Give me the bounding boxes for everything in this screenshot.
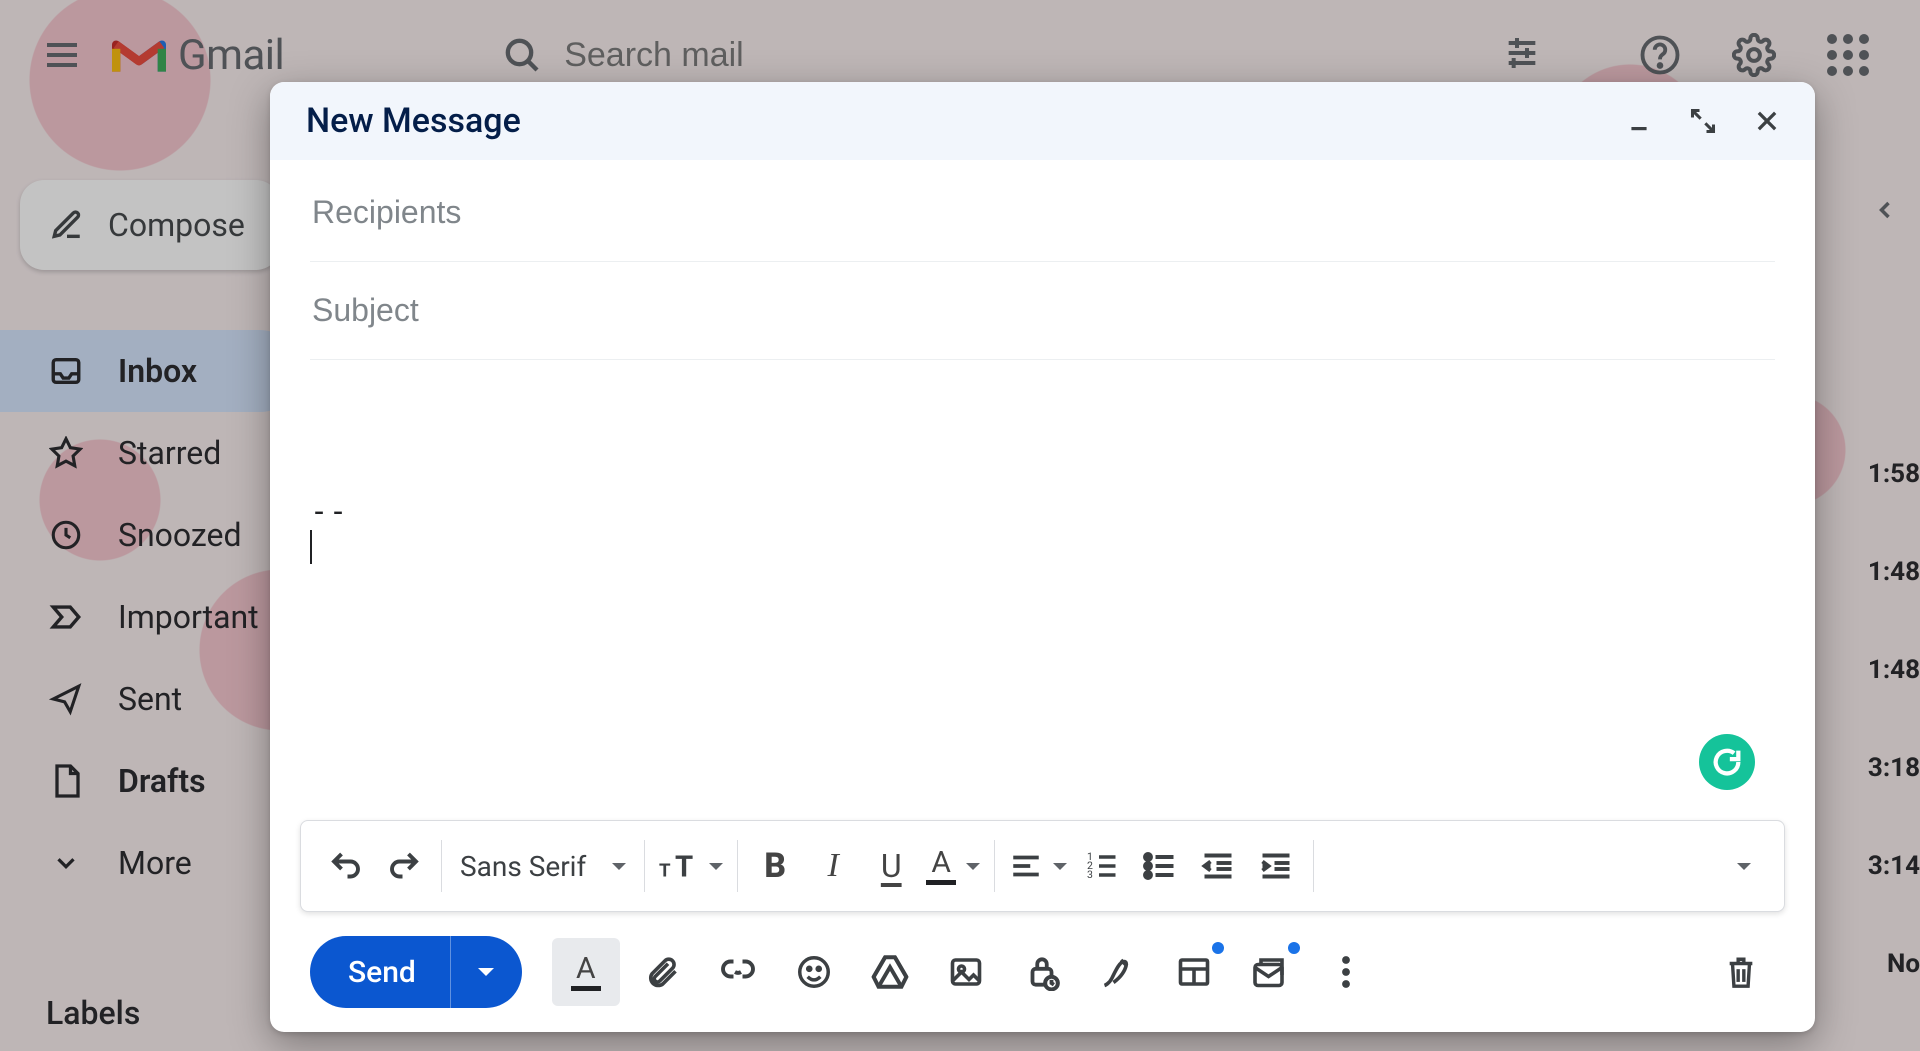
close-button[interactable]: [1747, 101, 1787, 141]
insert-link-button[interactable]: [704, 938, 772, 1006]
more-options-button[interactable]: [1312, 938, 1380, 1006]
layouts-button[interactable]: [1160, 938, 1228, 1006]
insert-emoji-button[interactable]: [780, 938, 848, 1006]
font-size-button[interactable]: TT: [653, 836, 729, 896]
insert-drive-button[interactable]: [856, 938, 924, 1006]
new-indicator-dot: [1288, 942, 1300, 954]
italic-button[interactable]: I: [804, 836, 862, 896]
svg-text:T: T: [659, 860, 671, 882]
subject-row[interactable]: [310, 262, 1775, 360]
minimize-button[interactable]: [1619, 101, 1659, 141]
multi-send-button[interactable]: [1236, 938, 1304, 1006]
font-family-select[interactable]: Sans Serif: [450, 836, 636, 896]
text-cursor: [310, 530, 312, 564]
send-options-button[interactable]: [450, 936, 522, 1008]
indent-less-button[interactable]: [1189, 836, 1247, 896]
insert-photo-button[interactable]: [932, 938, 1000, 1006]
svg-text:T: T: [675, 851, 693, 883]
recipients-row[interactable]: [310, 164, 1775, 262]
compose-dialog: New Message --: [270, 82, 1815, 1032]
subject-input[interactable]: [310, 291, 1775, 330]
formatting-toolbar: Sans Serif TT B I U A 123: [300, 820, 1785, 912]
formatting-options-button[interactable]: A: [552, 938, 620, 1006]
attach-file-button[interactable]: [628, 938, 696, 1006]
compose-title: New Message: [306, 101, 521, 141]
undo-button[interactable]: [317, 836, 375, 896]
text-color-button[interactable]: A: [920, 836, 986, 896]
signature-separator: --: [310, 494, 1775, 529]
indent-more-button[interactable]: [1247, 836, 1305, 896]
send-button-label: Send: [310, 955, 450, 990]
new-indicator-dot: [1212, 942, 1224, 954]
compose-body[interactable]: --: [270, 360, 1815, 820]
grammarly-icon[interactable]: [1699, 734, 1755, 790]
bulleted-list-button[interactable]: [1131, 836, 1189, 896]
send-button[interactable]: Send: [310, 936, 522, 1008]
numbered-list-button[interactable]: 123: [1073, 836, 1131, 896]
redo-button[interactable]: [375, 836, 433, 896]
bold-button[interactable]: B: [746, 836, 804, 896]
align-button[interactable]: [1003, 836, 1073, 896]
more-formatting-button[interactable]: [1710, 836, 1768, 896]
confidential-mode-button[interactable]: [1008, 938, 1076, 1006]
svg-text:3: 3: [1087, 868, 1093, 881]
pop-out-button[interactable]: [1683, 101, 1723, 141]
discard-draft-button[interactable]: [1707, 938, 1775, 1006]
underline-button[interactable]: U: [862, 836, 920, 896]
font-family-label: Sans Serif: [460, 850, 586, 883]
insert-signature-button[interactable]: [1084, 938, 1152, 1006]
recipients-input[interactable]: [310, 193, 1775, 232]
